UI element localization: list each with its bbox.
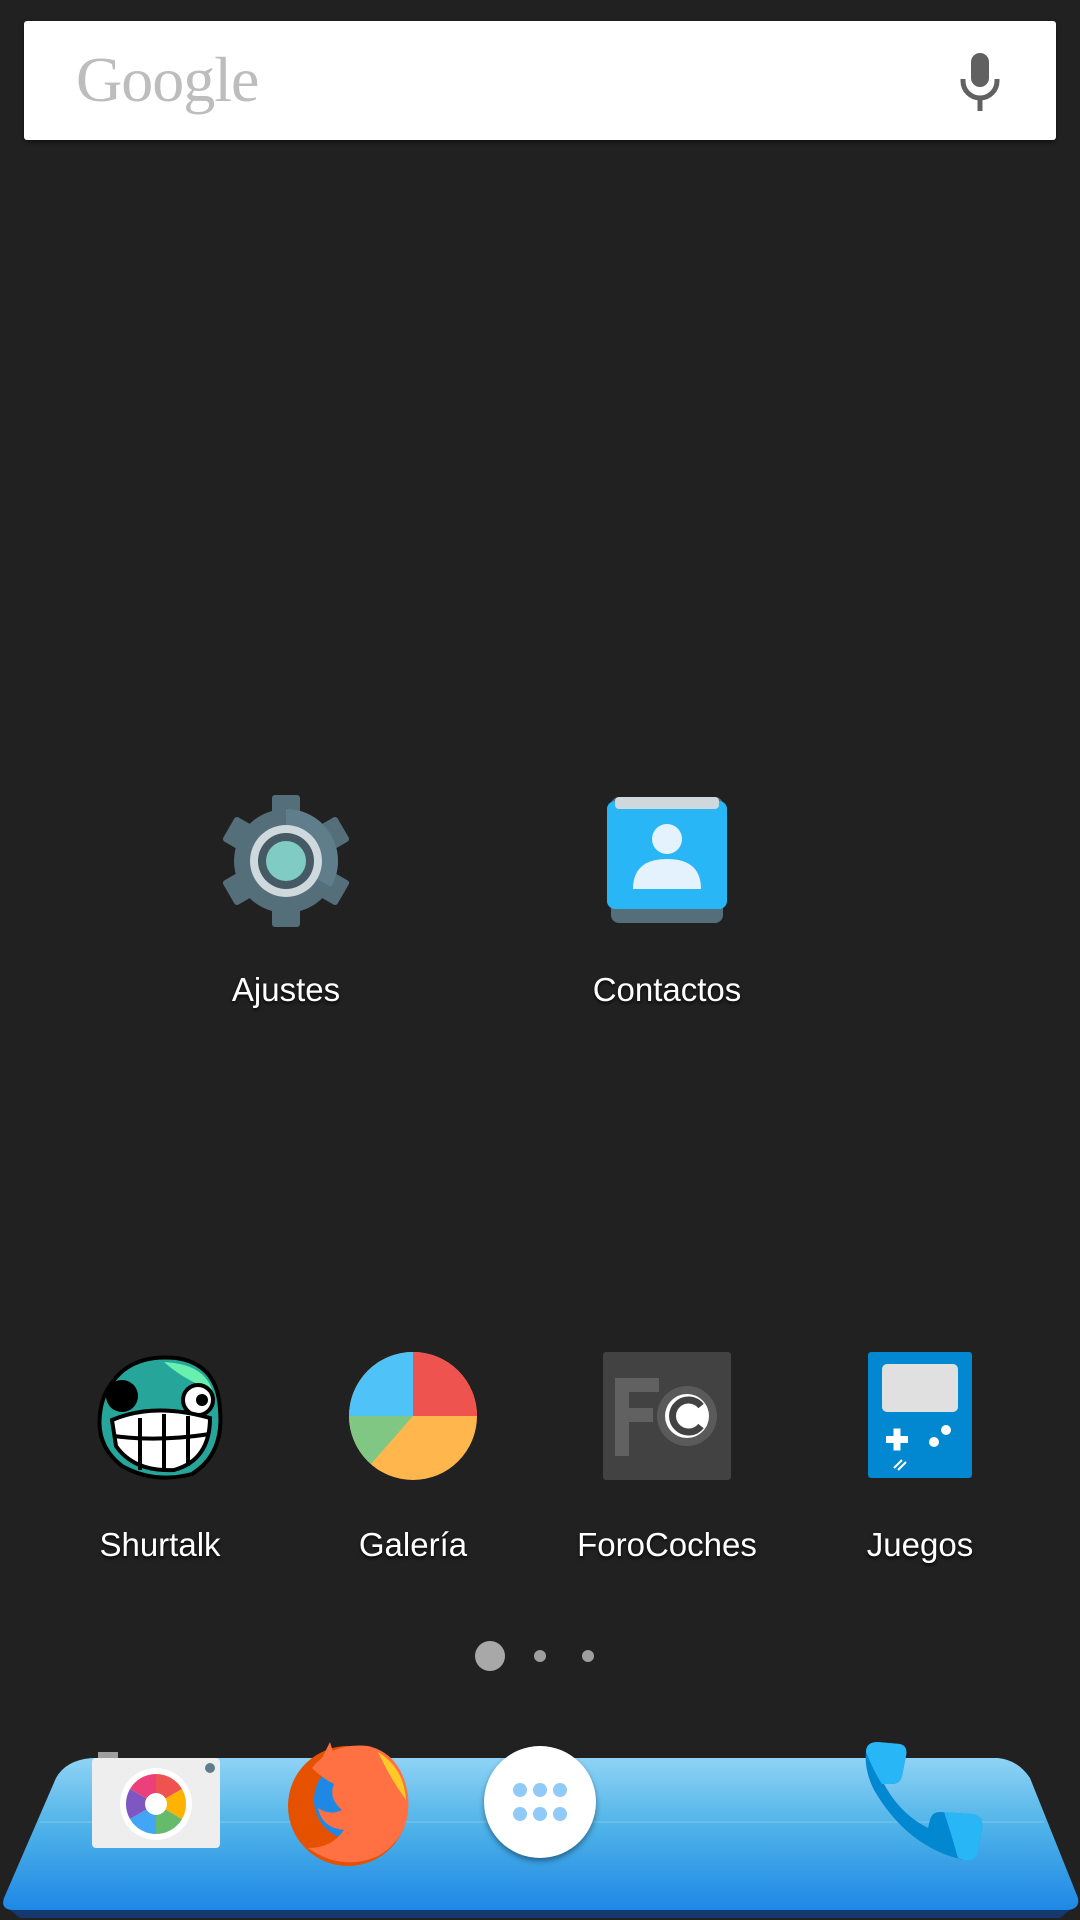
app-drawer-button[interactable] bbox=[484, 1746, 596, 1858]
app-forocoches[interactable]: ForoCoches bbox=[562, 1350, 772, 1580]
page-dot bbox=[582, 1650, 594, 1662]
app-label: Contactos bbox=[592, 971, 742, 1008]
app-label: Shurtalk bbox=[99, 1526, 221, 1563]
page-dot bbox=[534, 1650, 546, 1662]
app-drawer-icon bbox=[513, 1783, 567, 1821]
page-dot-current bbox=[475, 1641, 505, 1671]
app-contactos[interactable]: Contactos bbox=[562, 795, 772, 1025]
gamepad-icon bbox=[868, 1352, 972, 1478]
page-indicator bbox=[470, 1641, 610, 1671]
gallery-pie-icon bbox=[349, 1352, 477, 1480]
contacts-icon bbox=[607, 797, 727, 923]
phone-icon[interactable] bbox=[860, 1742, 990, 1862]
google-search-bar[interactable]: Google bbox=[24, 21, 1056, 140]
google-logo: Google bbox=[76, 44, 259, 115]
dock bbox=[0, 1738, 1080, 1920]
app-label: Ajustes bbox=[231, 971, 341, 1008]
app-label: Juegos bbox=[866, 1526, 974, 1563]
app-label: ForoCoches bbox=[577, 1526, 757, 1563]
app-label: Galería bbox=[358, 1526, 468, 1563]
forocoches-fc-icon bbox=[603, 1352, 731, 1480]
shurtalk-troll-face-icon bbox=[97, 1355, 223, 1480]
camera-icon[interactable] bbox=[90, 1752, 222, 1852]
firefox-icon[interactable] bbox=[282, 1738, 414, 1868]
app-galeria[interactable]: Galería bbox=[308, 1350, 518, 1580]
settings-gear-icon bbox=[222, 795, 350, 927]
app-shurtalk[interactable]: Shurtalk bbox=[55, 1350, 265, 1580]
app-juegos[interactable]: Juegos bbox=[815, 1350, 1025, 1580]
app-ajustes[interactable]: Ajustes bbox=[181, 795, 391, 1025]
mic-icon[interactable] bbox=[956, 51, 1004, 115]
